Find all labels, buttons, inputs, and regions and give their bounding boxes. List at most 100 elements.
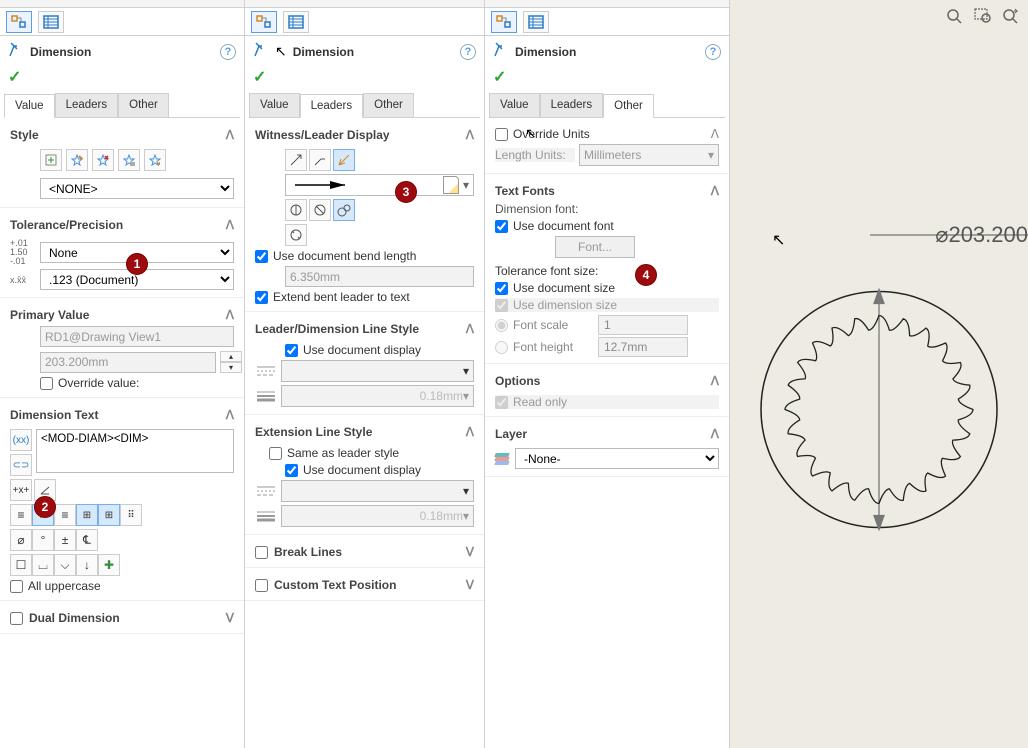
- dual-head[interactable]: Dual Dimension ᐯ: [10, 607, 234, 629]
- help-icon[interactable]: ?: [705, 44, 721, 60]
- override-value-label: Override value:: [58, 376, 139, 390]
- justify-grid2-button[interactable]: ⊞: [98, 504, 120, 526]
- style-add-button[interactable]: [66, 149, 88, 171]
- tab-value[interactable]: Value: [249, 93, 300, 117]
- symbol-more-button[interactable]: ✚: [98, 554, 120, 576]
- link-variable-button[interactable]: (xx): [10, 429, 32, 451]
- zoom-window-button[interactable]: [972, 6, 994, 26]
- lds-usedoc-checkbox[interactable]: [285, 344, 298, 357]
- symbol-diameter-button[interactable]: ⌀: [10, 529, 32, 551]
- layer-icon: [495, 453, 511, 465]
- arc-opt2-button[interactable]: [309, 199, 331, 221]
- style-load-button[interactable]: [40, 149, 62, 171]
- usedocfont-label: Use document font: [513, 219, 614, 233]
- feature-tree-tab[interactable]: [491, 11, 517, 33]
- panel-title: Dimension: [293, 45, 454, 59]
- style-save-button[interactable]: [118, 149, 140, 171]
- spinner-down[interactable]: ▾: [220, 362, 242, 373]
- fonts-head[interactable]: Text Fonts ᐱ: [495, 180, 719, 202]
- custom-head[interactable]: Custom Text Position ᐯ: [255, 574, 474, 596]
- tolprec-head[interactable]: Tolerance/Precision ᐱ: [10, 214, 234, 236]
- confirm-icon[interactable]: ✓: [245, 65, 484, 93]
- doc-icon: [443, 176, 459, 194]
- leader-type3-button[interactable]: [333, 149, 355, 171]
- els-weight-value: 0.18mm: [286, 509, 463, 523]
- options-head[interactable]: Options ᐱ: [495, 370, 719, 392]
- custom-checkbox[interactable]: [255, 579, 268, 592]
- tab-value[interactable]: Value: [489, 93, 540, 117]
- style-select[interactable]: <NONE>: [40, 178, 234, 199]
- justify-dots-button[interactable]: ⠿: [120, 504, 142, 526]
- justify-right-button[interactable]: ≡: [54, 504, 76, 526]
- dimtext-head[interactable]: Dimension Text ᐱ: [10, 404, 234, 426]
- foreshorten-button[interactable]: [285, 224, 307, 246]
- link-dim-button[interactable]: ⊂⊃: [10, 454, 32, 476]
- symbol-pm-button[interactable]: ±: [54, 529, 76, 551]
- add-value-button[interactable]: +x+: [10, 479, 32, 501]
- help-icon[interactable]: ?: [460, 44, 476, 60]
- symbol-surface-button[interactable]: ↓: [76, 554, 98, 576]
- property-tab[interactable]: [38, 11, 64, 33]
- feature-tree-tab[interactable]: [6, 11, 32, 33]
- symbol-degree-button[interactable]: °: [32, 529, 54, 551]
- els-style-select: ▾: [281, 480, 474, 502]
- leader-type1-button[interactable]: [285, 149, 307, 171]
- prec-icon: x.x̂x̂: [10, 275, 36, 285]
- tab-other[interactable]: Other: [118, 93, 169, 117]
- tab-leaders[interactable]: Leaders: [55, 93, 119, 117]
- confirm-icon[interactable]: ✓: [485, 65, 729, 93]
- els-label: Extension Line Style: [255, 425, 372, 439]
- break-checkbox[interactable]: [255, 546, 268, 559]
- justify-left-button[interactable]: ≡: [10, 504, 32, 526]
- help-icon[interactable]: ?: [220, 44, 236, 60]
- els-head[interactable]: Extension Line Style ᐱ: [255, 421, 474, 443]
- property-tab[interactable]: [283, 11, 309, 33]
- dual-checkbox[interactable]: [10, 612, 23, 625]
- symbol-depth-button[interactable]: ⌴: [32, 554, 54, 576]
- tab-other[interactable]: Other: [363, 93, 414, 117]
- override-units-checkbox[interactable]: [495, 128, 508, 141]
- property-tab[interactable]: [523, 11, 549, 33]
- tab-other[interactable]: Other: [603, 94, 654, 118]
- arrowhead-select[interactable]: ▾: [285, 174, 474, 196]
- style-head[interactable]: Style ᐱ: [10, 124, 234, 146]
- arc-opt3-button[interactable]: [333, 199, 355, 221]
- tab-leaders[interactable]: Leaders: [300, 94, 364, 118]
- els-usedoc-checkbox[interactable]: [285, 464, 298, 477]
- lds-style-select: ▾: [281, 360, 474, 382]
- extend-checkbox[interactable]: [255, 291, 268, 304]
- primval-head[interactable]: Primary Value ᐱ: [10, 304, 234, 326]
- lds-head[interactable]: Leader/Dimension Line Style ᐱ: [255, 318, 474, 340]
- chevron-up-icon: ᐱ: [226, 218, 234, 232]
- style-remove-button[interactable]: [92, 149, 114, 171]
- chevron-up-icon: ᐱ: [226, 128, 234, 142]
- override-value-checkbox[interactable]: [40, 377, 53, 390]
- spinner-up[interactable]: ▴: [220, 351, 242, 362]
- usedocfont-checkbox[interactable]: [495, 220, 508, 233]
- bendlen-checkbox[interactable]: [255, 250, 268, 263]
- break-head[interactable]: Break Lines ᐯ: [255, 541, 474, 563]
- leader-type2-button[interactable]: [309, 149, 331, 171]
- els-same-checkbox[interactable]: [269, 447, 282, 460]
- alluppercase-checkbox[interactable]: [10, 580, 23, 593]
- tab-leaders[interactable]: Leaders: [540, 93, 604, 117]
- zoom-previous-button[interactable]: [1000, 6, 1022, 26]
- confirm-icon[interactable]: ✓: [0, 65, 244, 93]
- style-browse-button[interactable]: [144, 149, 166, 171]
- symbol-centerline-button[interactable]: ℄: [76, 529, 98, 551]
- fontscale-value: 1: [598, 315, 688, 335]
- symbol-square-button[interactable]: ☐: [10, 554, 32, 576]
- tab-value[interactable]: Value: [4, 94, 55, 118]
- tolprec-label: Tolerance/Precision: [10, 218, 123, 232]
- usedocsize-checkbox[interactable]: [495, 282, 508, 295]
- wld-head[interactable]: Witness/Leader Display ᐱ: [255, 124, 474, 146]
- layer-head[interactable]: Layer ᐱ: [495, 423, 719, 445]
- symbol-cbore-button[interactable]: ⌵: [54, 554, 76, 576]
- zoom-out-button[interactable]: [944, 6, 966, 26]
- layer-select[interactable]: -None-: [515, 448, 719, 469]
- arc-opt1-button[interactable]: [285, 199, 307, 221]
- feature-tree-tab[interactable]: [251, 11, 277, 33]
- dimension-text-input[interactable]: <MOD-DIAM><DIM>: [36, 429, 234, 473]
- justify-grid1-button[interactable]: ⊞: [76, 504, 98, 526]
- drawing-viewport[interactable]: ↖ ⌀203.200: [730, 0, 1028, 748]
